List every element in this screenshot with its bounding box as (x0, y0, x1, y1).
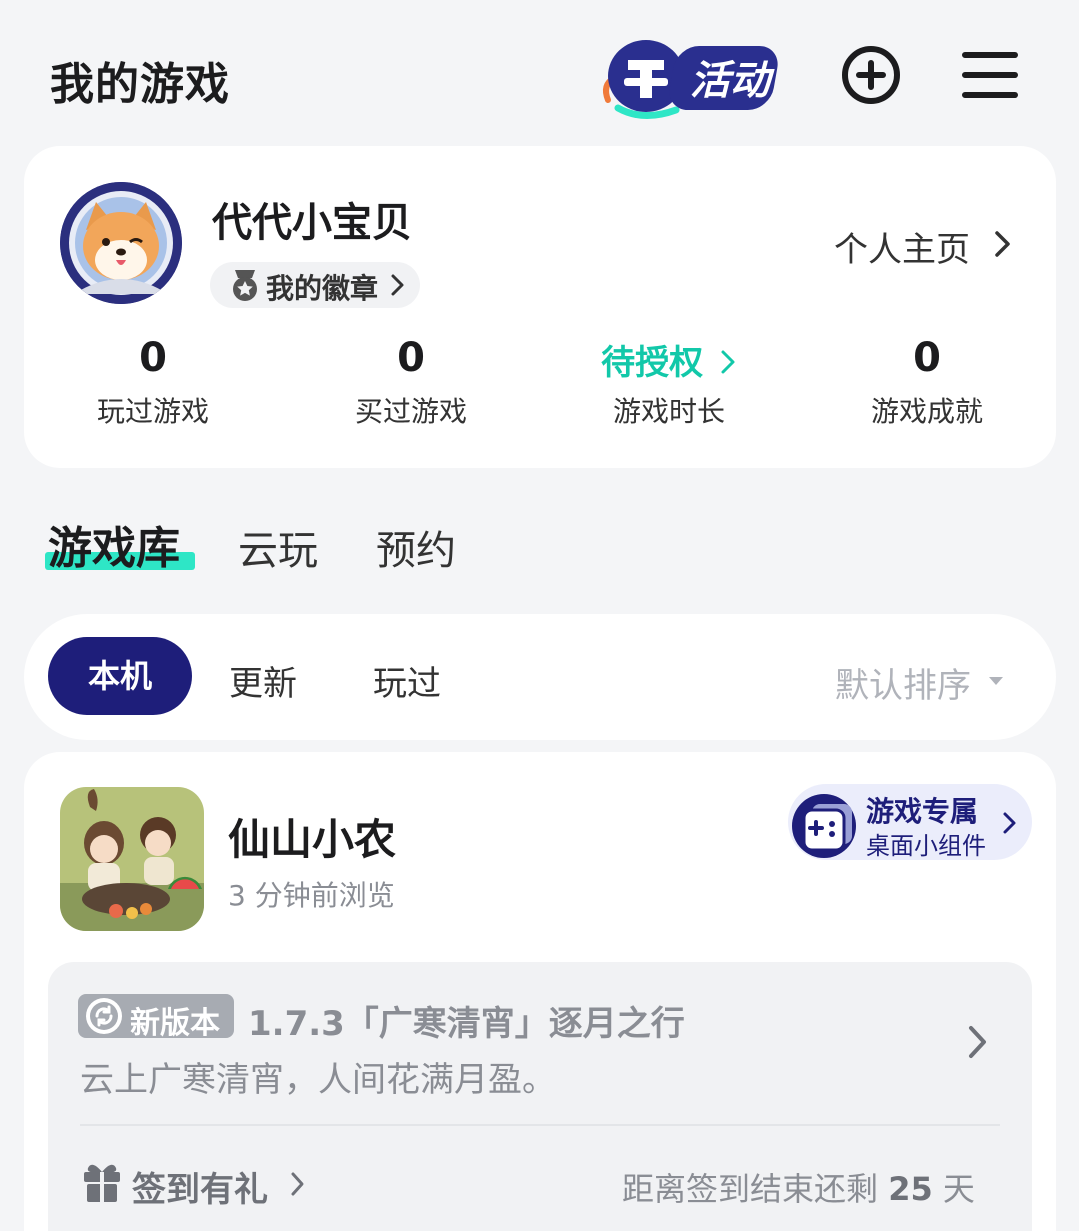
widget-subtitle: 桌面小组件 (866, 832, 986, 860)
last-viewed-text: 3 分钟前浏览 (228, 879, 395, 912)
menu-button[interactable] (962, 50, 1018, 100)
stat-value: 0 (397, 335, 425, 381)
tab-cloud-play[interactable]: 云玩 (238, 518, 318, 576)
activity-logo-icon: 活动 (603, 40, 778, 119)
chevron-right-icon (966, 1022, 988, 1062)
chevron-right-icon (992, 228, 1012, 260)
stat-bought-games[interactable]: 0 买过游戏 (301, 332, 521, 430)
shiba-avatar-icon (60, 182, 182, 304)
new-version-label: 新版本 (130, 1006, 220, 1041)
stat-value: 0 (139, 335, 167, 381)
countdown-prefix: 距离签到结束还剩 (622, 1170, 879, 1208)
pending-authorization-link[interactable]: 待授权 (559, 332, 779, 384)
sign-in-rewards-link[interactable]: 签到有礼 (132, 1162, 268, 1211)
activity-button[interactable]: 活动 (598, 30, 790, 120)
chevron-right-icon (388, 272, 406, 298)
countdown-suffix: 天 (942, 1170, 975, 1208)
sort-dropdown[interactable]: 默认排序 (835, 658, 971, 707)
game-icon[interactable] (60, 787, 204, 931)
chevron-right-icon (1002, 810, 1018, 836)
filter-updates[interactable]: 更新 (229, 656, 297, 705)
divider (80, 1124, 1000, 1126)
stat-play-time[interactable]: 待授权 游戏时长 (559, 332, 779, 430)
chevron-right-icon (721, 350, 735, 374)
stat-label: 玩过游戏 (96, 395, 209, 428)
tab-reservation[interactable]: 预约 (376, 518, 456, 576)
stat-achievements[interactable]: 0 游戏成就 (817, 332, 1037, 430)
activity-label: 活动 (690, 58, 775, 104)
sign-in-countdown: 距离签到结束还剩 25 天 (622, 1164, 975, 1210)
username: 代代小宝贝 (212, 200, 412, 246)
stat-value: 0 (913, 335, 941, 381)
stat-played-games[interactable]: 0 玩过游戏 (43, 332, 263, 430)
personal-homepage-link[interactable]: 个人主页 (834, 222, 970, 271)
my-badges-label: 我的徽章 (266, 272, 379, 305)
countdown-days: 25 (888, 1170, 933, 1208)
refresh-icon (84, 996, 124, 1036)
stat-label: 买过游戏 (354, 395, 467, 428)
game-artwork-icon (60, 787, 204, 931)
update-title: 1.7.3「广寒清宵」逐月之行 (248, 1004, 685, 1044)
avatar[interactable] (60, 182, 182, 304)
widget-title: 游戏专属 (866, 795, 979, 828)
stat-label: 游戏时长 (612, 395, 725, 428)
game-title[interactable]: 仙山小农 (228, 806, 396, 867)
update-description: 云上广寒清宵，人间花满月盈。 (80, 1060, 556, 1100)
chevron-right-icon (290, 1170, 306, 1198)
filter-played[interactable]: 玩过 (373, 656, 441, 705)
gamepad-widget-icon (790, 790, 860, 858)
gift-icon (82, 1160, 122, 1204)
add-circle-icon (842, 46, 900, 104)
caret-down-icon (987, 672, 1005, 685)
stat-label: 游戏成就 (870, 395, 983, 428)
filter-local[interactable]: 本机 (48, 637, 192, 715)
menu-icon (962, 52, 1018, 98)
medal-icon (230, 268, 260, 302)
tab-game-library[interactable]: 游戏库 (48, 512, 180, 576)
page-title: 我的游戏 (50, 59, 230, 110)
stat-value: 待授权 (601, 343, 704, 383)
add-button[interactable] (840, 44, 902, 106)
